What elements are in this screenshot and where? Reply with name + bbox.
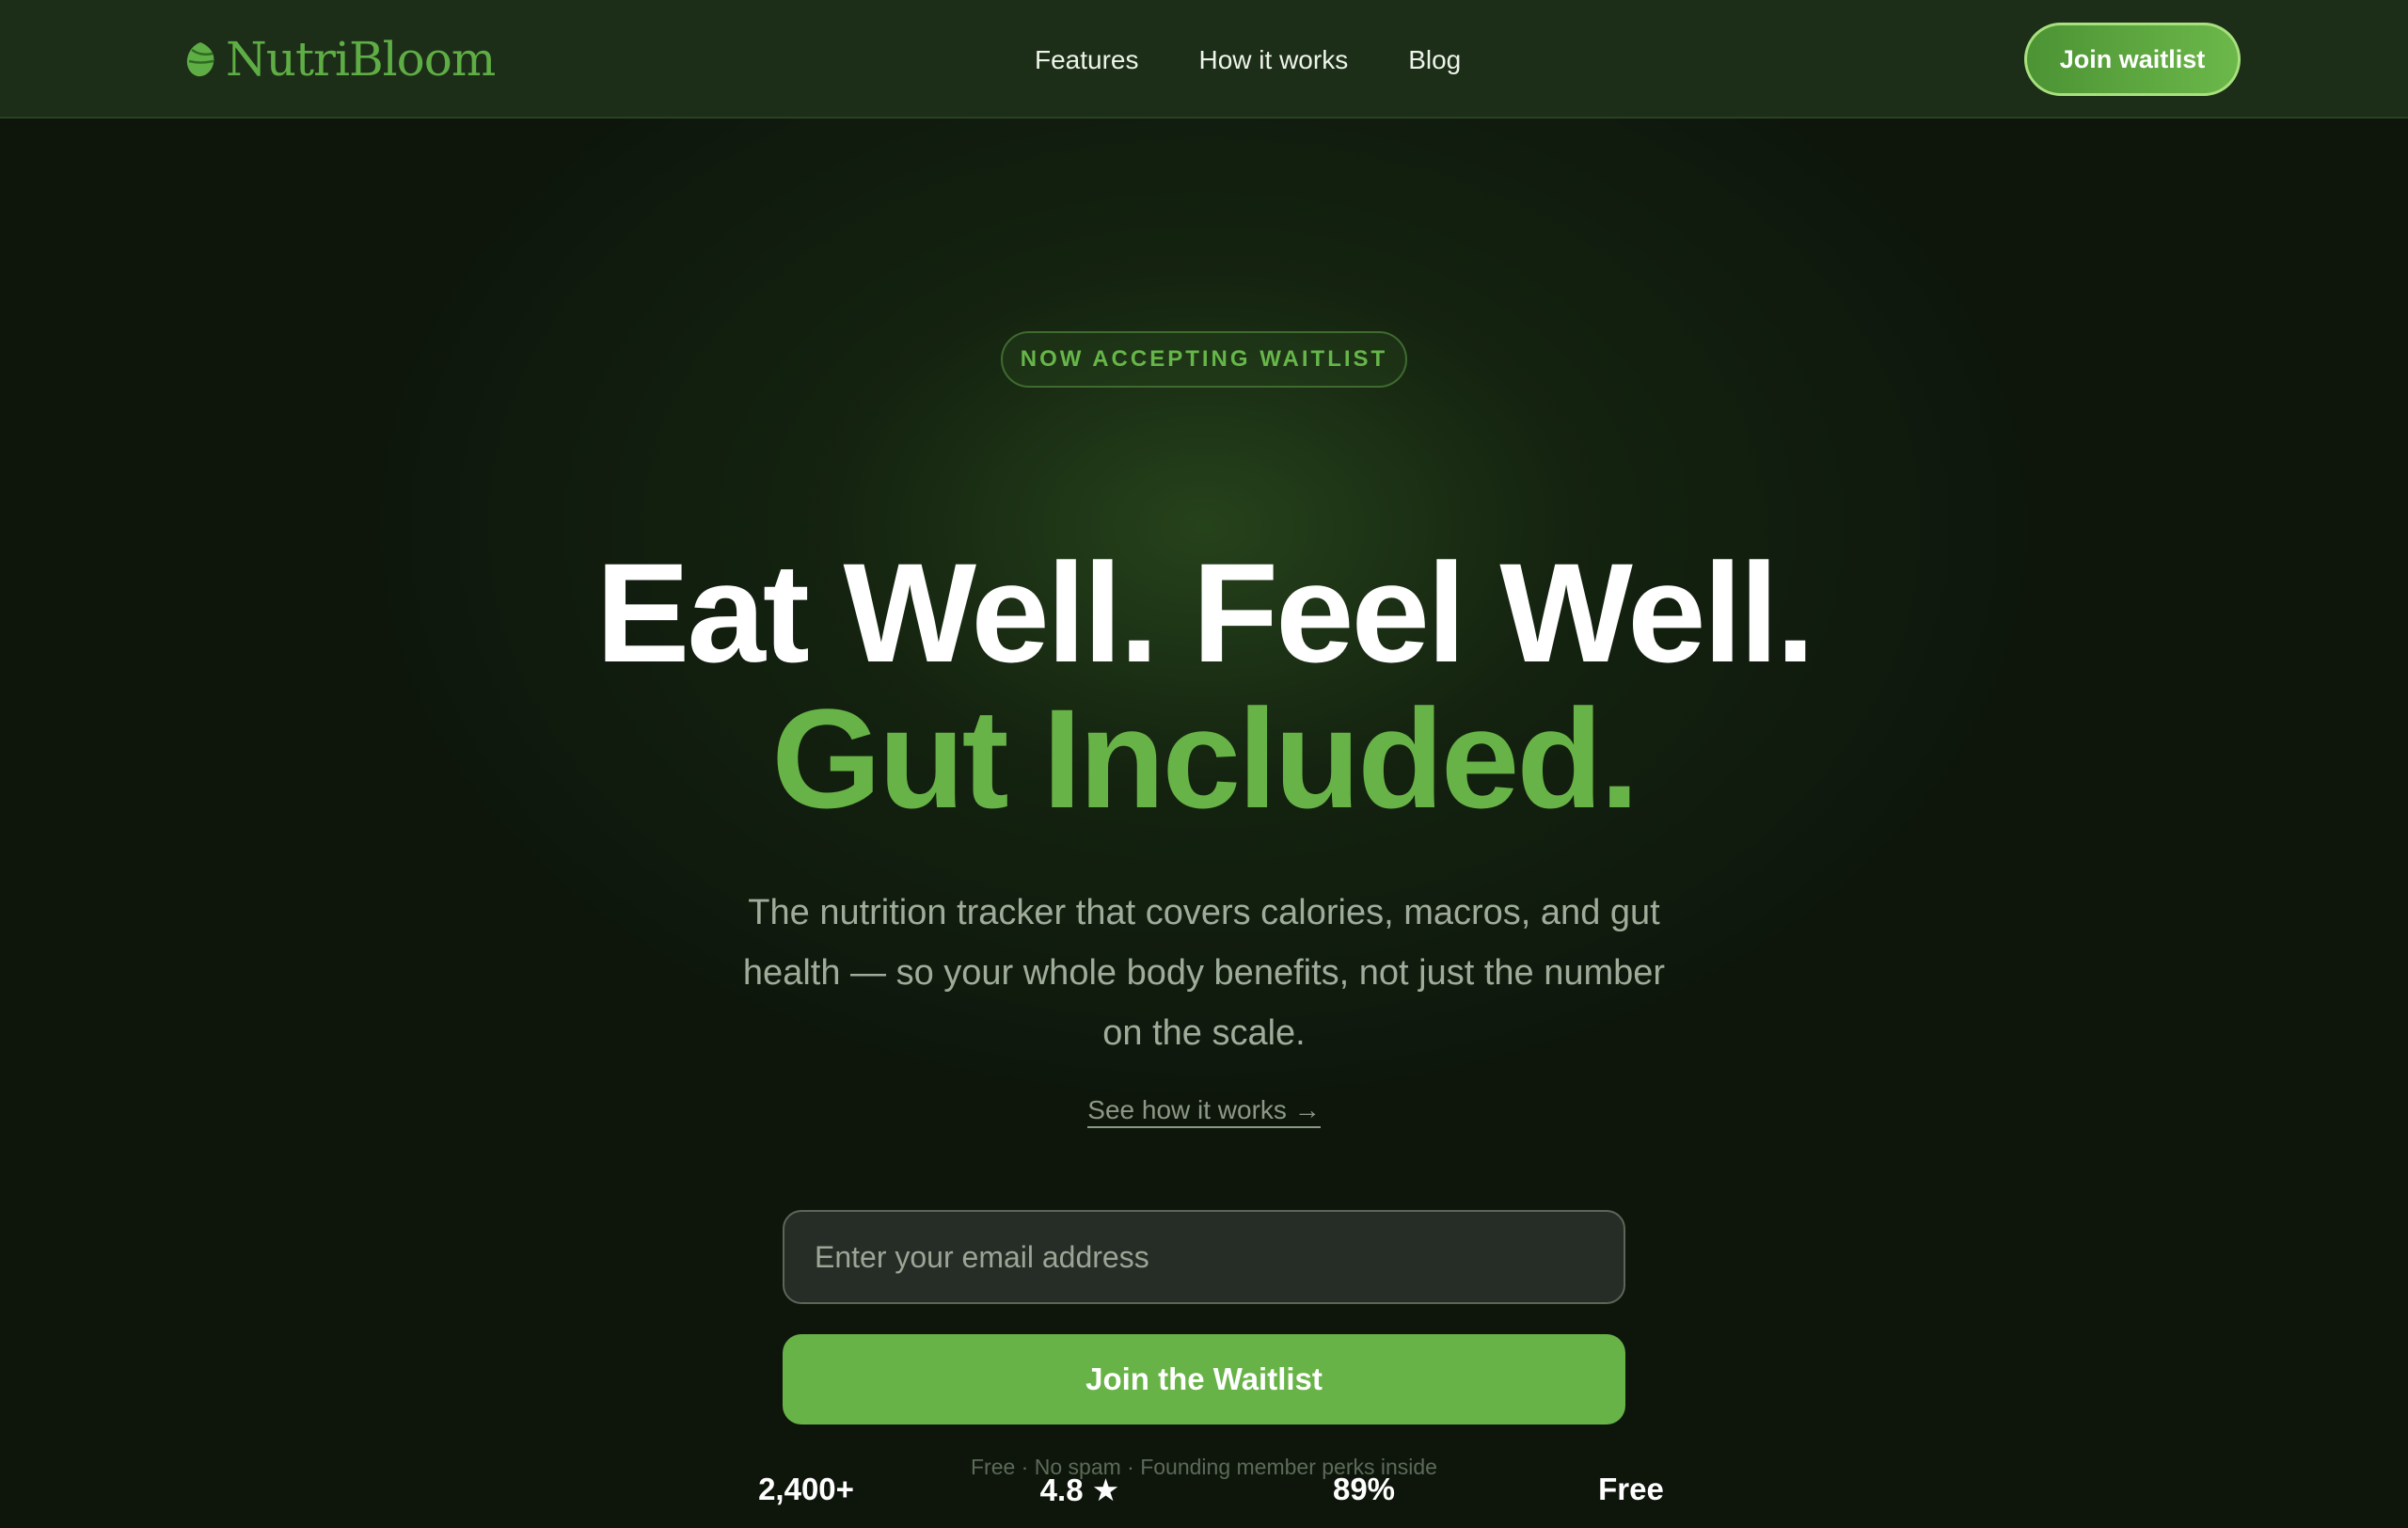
email-input[interactable] [783, 1210, 1625, 1304]
top-navbar: NutriBloom Features How it works Blog Jo… [0, 0, 2408, 119]
nav-link-how-it-works[interactable]: How it works [1199, 38, 1349, 83]
hero-headline: Eat Well. Feel Well. [595, 533, 1814, 692]
see-how-link-wrapper: See how it works → [0, 1095, 2408, 1128]
hero-subheadline: The nutrition tracker that covers calori… [742, 893, 1666, 1053]
brand-logo[interactable]: NutriBloom [184, 28, 496, 90]
join-the-waitlist-button[interactable]: Join the Waitlist [783, 1334, 1625, 1425]
see-how-it-works-link[interactable]: See how it works → [1087, 1095, 1321, 1128]
stat-value-price: Free [1598, 1472, 1664, 1506]
nav-link-features[interactable]: Features [1035, 38, 1139, 83]
stat-value-percentage: 89% [1332, 1472, 1396, 1506]
hero-headline-accent: Gut Included. [771, 679, 1639, 837]
main-nav-links: Features How it works Blog [1035, 38, 1461, 83]
stats-row: 2,400+ 4.8 ★ 89% Free [0, 1472, 2408, 1528]
nav-link-blog[interactable]: Blog [1408, 38, 1461, 83]
join-waitlist-nav-button[interactable]: Join waitlist [2024, 23, 2241, 96]
stat-value-members: 2,400+ [758, 1472, 854, 1506]
leaf-logo-icon [186, 42, 214, 77]
stat-value-rating: 4.8 ★ [1039, 1472, 1120, 1507]
brand-name: NutriBloom [226, 32, 496, 87]
waitlist-status-badge: NOW ACCEPTING WAITLIST [1001, 331, 1407, 388]
